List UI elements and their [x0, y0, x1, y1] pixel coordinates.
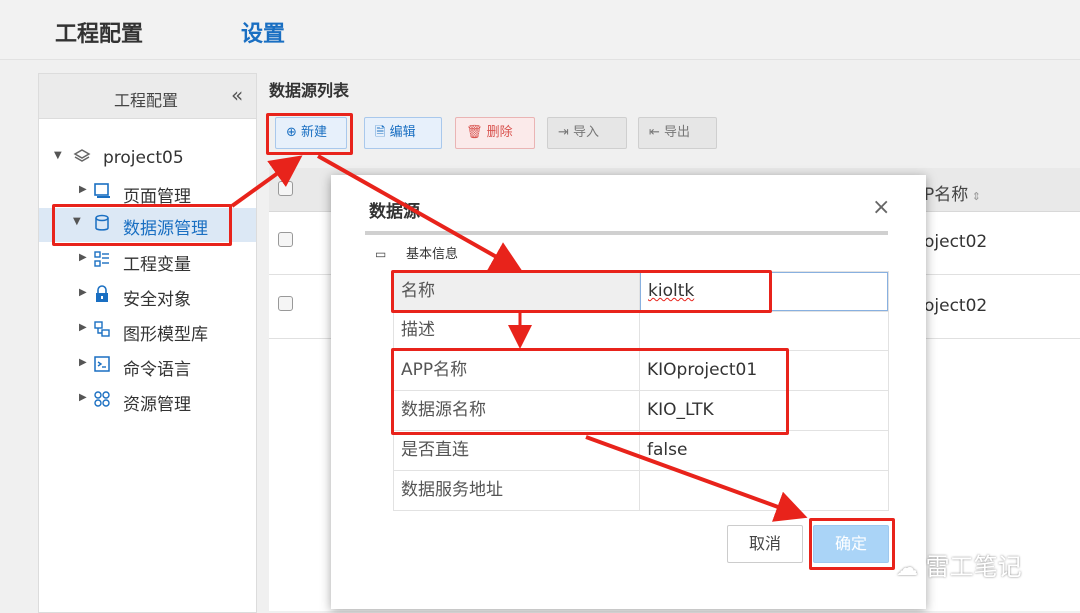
import-button[interactable]: ⇥ 导入: [547, 117, 627, 149]
highlight-box-ok: [809, 518, 895, 570]
sidebar-item-label: 工程变量: [123, 255, 191, 275]
export-button-label: 导出: [664, 125, 691, 140]
layers-icon: [73, 149, 91, 162]
highlight-box-datasource: [52, 204, 232, 246]
trash-icon: 🗑: [466, 125, 483, 140]
property-key: 数据服务地址: [394, 471, 640, 510]
import-icon: ⇥: [558, 125, 569, 140]
edit-button[interactable]: 🗎 编辑: [364, 117, 442, 149]
import-button-label: 导入: [573, 125, 600, 140]
page-icon: [94, 183, 110, 198]
sidebar-item-model-library[interactable]: ▶ 图形模型库: [39, 314, 256, 348]
dialog-title: 数据源: [369, 202, 420, 222]
row-checkbox[interactable]: [278, 296, 293, 311]
sidebar-item-command-language[interactable]: ▶ 命令语言: [39, 349, 256, 383]
export-icon: ⇤: [649, 125, 660, 140]
property-key: 描述: [394, 311, 640, 350]
caret-right-icon[interactable]: ▶: [79, 322, 87, 333]
top-bar: 工程配置 设置: [0, 0, 1080, 60]
edit-doc-icon: 🗎: [375, 125, 386, 140]
model-library-icon: [94, 321, 110, 337]
description-field[interactable]: [640, 311, 888, 350]
tab-settings[interactable]: 设置: [241, 16, 285, 48]
sidebar-item-label: 资源管理: [123, 395, 191, 415]
wechat-icon: ☁: [896, 556, 918, 581]
caret-right-icon[interactable]: ▶: [79, 392, 87, 403]
cell-app-name: oject02: [924, 296, 988, 316]
section-label: 基本信息: [406, 247, 459, 262]
dialog-divider: [365, 231, 888, 235]
delete-button[interactable]: 🗑 删除: [455, 117, 535, 149]
sidebar-item-label: 图形模型库: [123, 325, 208, 345]
page-title: 工程配置: [55, 22, 144, 47]
tree-root-label: project05: [103, 148, 184, 168]
service-address-field[interactable]: [640, 471, 888, 510]
highlight-box-app-datasource: [391, 348, 789, 435]
cell-app-name: oject02: [924, 232, 988, 252]
sidebar-item-project-variables[interactable]: ▶ 工程变量: [39, 244, 256, 278]
highlight-box-new: [266, 113, 353, 155]
resource-icon: [94, 391, 110, 407]
caret-right-icon[interactable]: ▶: [79, 252, 87, 263]
terminal-icon: [94, 356, 110, 372]
sidebar-item-security[interactable]: ▶ 安全对象: [39, 279, 256, 313]
property-row-direct-connect[interactable]: 是否直连 false: [393, 431, 889, 471]
caret-right-icon[interactable]: ▶: [79, 287, 87, 298]
highlight-box-name-row: [391, 270, 772, 313]
row-checkbox[interactable]: [278, 232, 293, 247]
property-row-description[interactable]: 描述: [393, 311, 889, 351]
sidebar-item-label: 安全对象: [123, 290, 191, 310]
watermark: ☁ 雷工笔记: [896, 547, 1022, 582]
sidebar-item-label: 命令语言: [123, 360, 191, 380]
select-all-checkbox[interactable]: [278, 181, 293, 196]
datasource-list-title: 数据源列表: [269, 81, 350, 100]
column-header-app-name[interactable]: P名称 ⇕: [924, 180, 981, 205]
delete-button-label: 删除: [486, 125, 513, 140]
variable-list-icon: [94, 251, 109, 267]
caret-down-icon[interactable]: ▼: [54, 150, 62, 161]
sidebar-header: 工程配置 «: [39, 74, 256, 119]
collapse-icon[interactable]: «: [231, 83, 243, 107]
caret-right-icon[interactable]: ▶: [79, 357, 87, 368]
collapse-section-icon[interactable]: ▭: [375, 247, 386, 261]
watermark-text: 雷工笔记: [925, 553, 1022, 581]
close-icon[interactable]: ×: [872, 195, 890, 220]
caret-right-icon[interactable]: ▶: [79, 184, 87, 195]
property-key: 是否直连: [394, 431, 640, 470]
lock-icon: [96, 285, 108, 302]
tree-root-project[interactable]: ▼ project05: [39, 142, 256, 176]
sidebar-item-resources[interactable]: ▶ 资源管理: [39, 384, 256, 418]
sidebar-title: 工程配置: [114, 91, 179, 110]
sidebar: 工程配置 « ▼ project05 ▶ 页面管理 ▼ 数据源管理 ▶ 工程变量…: [38, 73, 257, 613]
property-row-service-address[interactable]: 数据服务地址: [393, 471, 889, 511]
export-button[interactable]: ⇤ 导出: [638, 117, 717, 149]
edit-button-label: 编辑: [389, 125, 416, 140]
direct-connect-field[interactable]: false: [640, 431, 888, 470]
cancel-button[interactable]: 取消: [727, 525, 803, 563]
